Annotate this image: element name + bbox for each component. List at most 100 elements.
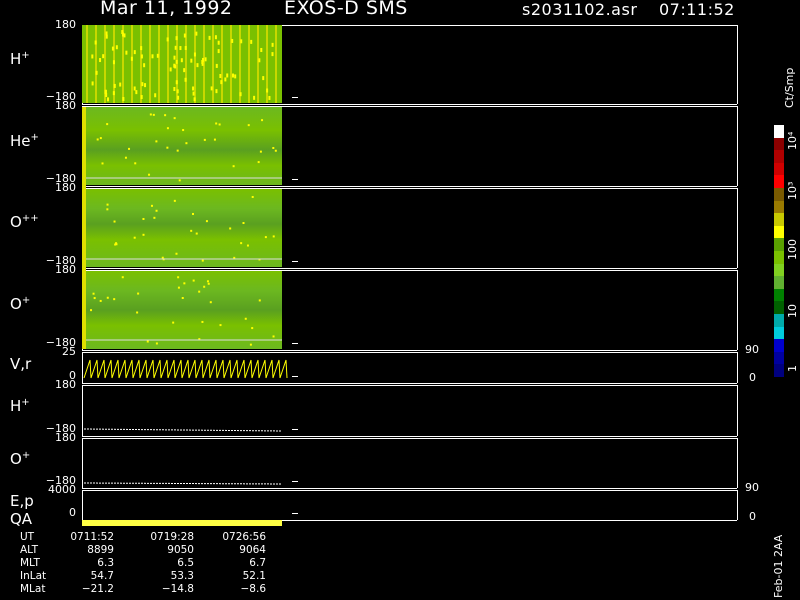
spectrogram-speckle (271, 52, 274, 57)
spectrogram-speckle (113, 298, 116, 301)
y-tick-top: 180 (55, 18, 76, 31)
panel-label: H+ (10, 50, 30, 68)
spectrogram-speckle (142, 233, 145, 236)
spectrogram-speckle (106, 203, 109, 206)
spectrogram-speckle (257, 161, 260, 164)
spectrogram-speckle (166, 146, 169, 149)
spectrogram-speckle (112, 91, 115, 96)
spectrogram-speckle (182, 129, 185, 132)
spectrogram-speckle (251, 327, 254, 330)
panel-label-sup: + (30, 132, 39, 143)
colorbar-segment (774, 339, 784, 353)
colorbar-segment (774, 150, 784, 164)
spectrogram-speckle (164, 114, 167, 117)
spectrogram-speckle (201, 320, 204, 323)
spectrogram-speckle (185, 142, 188, 145)
spectrogram-speckle (173, 63, 176, 68)
spectrogram-speckle (140, 95, 143, 100)
spectrogram-speckle (266, 88, 269, 93)
spectrogram-speckle (193, 97, 196, 102)
spectrogram-speckle (261, 119, 264, 122)
panel-label-text: O (10, 450, 22, 468)
spectrogram-speckle (128, 147, 131, 150)
spectrogram-speckle (239, 92, 242, 97)
spectrogram-speckle (232, 165, 235, 168)
spectrogram-speckle (272, 235, 275, 238)
spectrogram-speckle (217, 49, 220, 54)
spectrogram-speckle (166, 127, 169, 130)
spectrogram-speckle (155, 342, 158, 345)
panel-label: V,r (10, 355, 31, 373)
spectrogram-speckle (204, 57, 207, 62)
ephemeris-value: 0719:28 (150, 531, 194, 543)
spectrogram-speckle (179, 46, 182, 51)
spectrogram-speckle (215, 122, 218, 125)
spectrogram-speckle (253, 95, 256, 100)
spectrogram-speckle (176, 149, 179, 152)
spectrogram-speckle (133, 50, 136, 55)
spectrogram-speckle (183, 68, 186, 73)
spectrogram-speckle (133, 86, 136, 91)
spectrogram-speckle (146, 340, 149, 343)
spectrogram-speckle (201, 61, 204, 66)
spectrogram-speckle (251, 195, 254, 198)
colorbar-segment (774, 251, 784, 265)
spectrogram-speckle (184, 45, 187, 50)
spectrogram-speckle (258, 58, 261, 63)
ephemeris-value: −21.2 (81, 583, 114, 595)
spectrogram-speckle (173, 117, 176, 120)
colorbar-segment (774, 200, 784, 214)
h-plus-pitch-trace (83, 428, 283, 432)
colorbar-segment (774, 175, 784, 189)
ephemeris-value: 52.1 (242, 570, 266, 582)
spectrogram-speckle (231, 38, 234, 43)
panel-label-text: O (10, 295, 22, 313)
spectrogram-speckle (217, 40, 220, 45)
vr-sawtooth-trace (83, 359, 288, 379)
y-tick-top: 4000 (48, 483, 76, 496)
y-tick-top: 180 (55, 263, 76, 276)
spectrogram-speckle (175, 59, 178, 64)
spectrogram-speckle (181, 297, 184, 300)
spectrogram-speckle (206, 280, 209, 283)
ephemeris-value: 8899 (87, 544, 114, 556)
spectrogram-speckle (190, 58, 193, 63)
spectrogram-speckle (177, 95, 180, 100)
spectrogram-speckle (136, 311, 139, 314)
spectrogram-speckle (274, 149, 277, 152)
panel-label-sup: + (21, 50, 30, 61)
spectrogram-speckle (176, 89, 179, 94)
spectrogram-speckle (121, 276, 124, 279)
spectrogram-speckle (192, 86, 195, 91)
o-plus-pitch-trace (83, 482, 283, 485)
spectrogram-speckle (95, 70, 98, 75)
spectrogram-speckle (113, 220, 116, 223)
ephemeris-row-label: ALT (20, 544, 39, 556)
spectrogram-speckle (91, 54, 94, 59)
spectrogram-speckle (140, 54, 143, 59)
spectrogram-speckle (246, 244, 249, 247)
colorbar-segment (774, 288, 784, 302)
y-tick-top: 180 (55, 99, 76, 112)
ephemeris-value: 54.7 (90, 570, 114, 582)
spectrogram-speckle (250, 39, 253, 44)
panel-label: He+ (10, 132, 39, 150)
spectrogram-speckle (115, 242, 118, 245)
spectrogram-speckle (133, 236, 136, 239)
spectrogram-speckle (106, 123, 109, 126)
spectrogram-speckle (94, 40, 97, 45)
spectrogram-speckle (121, 30, 124, 35)
spectrogram-speckle (195, 232, 198, 235)
spectrogram-speckle (90, 309, 93, 312)
colorbar-segment (774, 162, 784, 176)
spectrogram-speckle (172, 321, 175, 324)
spectrogram-speckle (99, 58, 102, 63)
spectrogram-speckle (196, 63, 199, 68)
spectrogram-speckle (106, 97, 109, 102)
colorbar-tick-label: 100 (786, 239, 799, 260)
spectrogram-speckle (96, 138, 99, 141)
colorbar-segment (774, 314, 784, 328)
spectrogram-speckle (142, 217, 145, 220)
colorbar-segment (774, 263, 784, 277)
spectrogram-speckle (219, 324, 222, 327)
